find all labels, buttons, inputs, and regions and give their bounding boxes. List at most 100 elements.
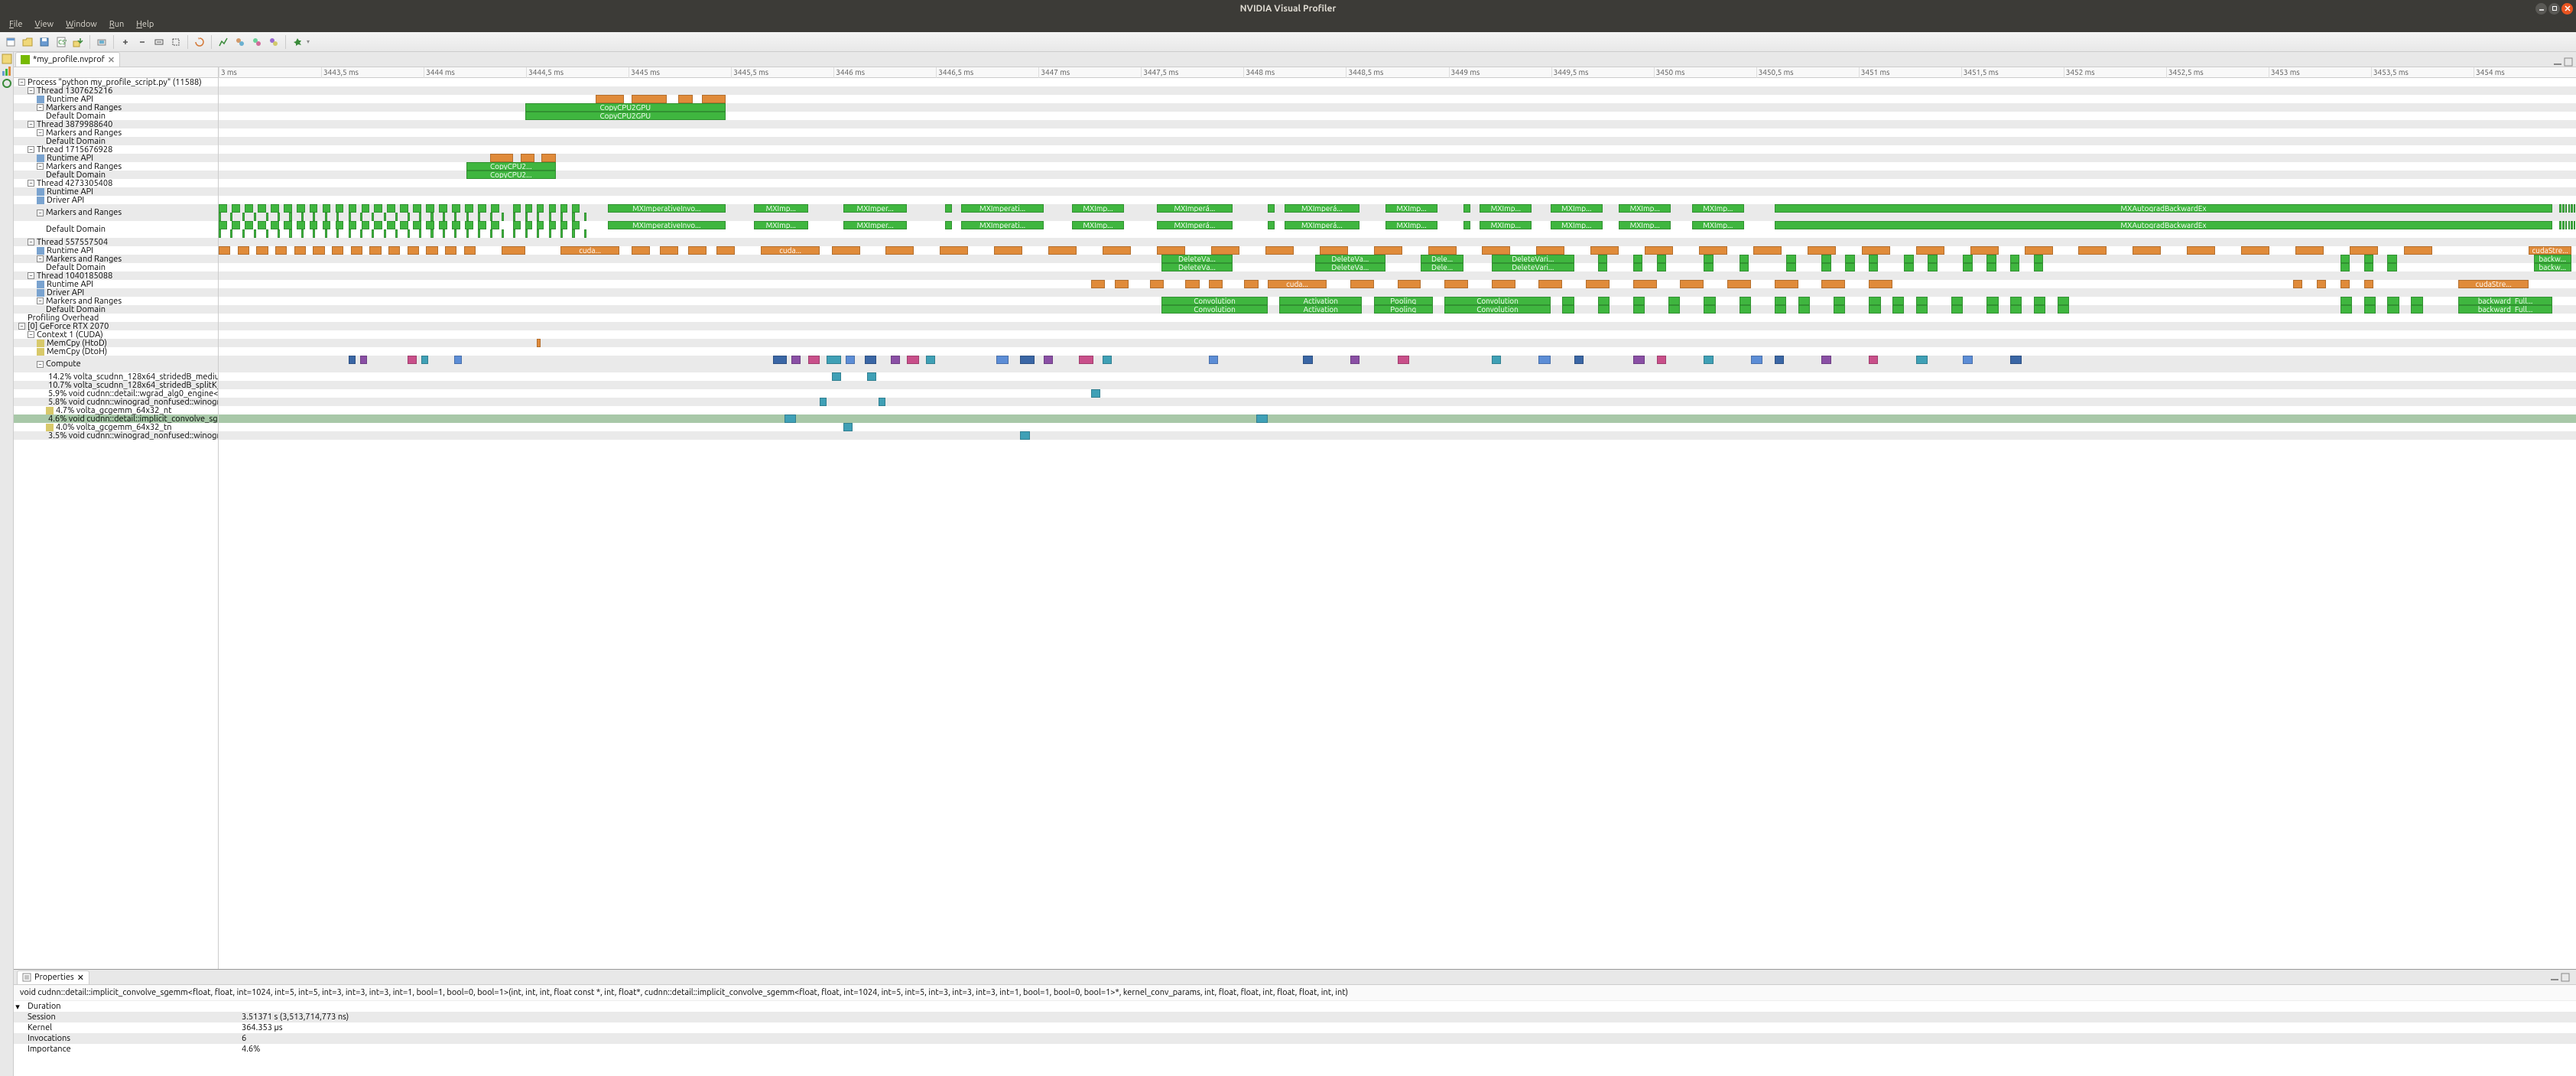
zoom-fit-button[interactable] <box>151 34 167 50</box>
timeline-event[interactable] <box>1428 246 1457 255</box>
timeline-event[interactable] <box>525 221 532 229</box>
timeline-event[interactable]: CopyCPU2GPU <box>525 112 726 120</box>
timeline-event[interactable]: DeleteVari... <box>1492 255 1574 263</box>
timeline-event[interactable] <box>301 213 304 221</box>
timeline-event[interactable] <box>1963 263 1972 271</box>
tree-kernel[interactable]: 4.7% volta_gcgemm_64x32_nt <box>14 406 218 414</box>
timeline-event[interactable] <box>1775 305 1786 314</box>
timeline-event[interactable] <box>2562 221 2564 229</box>
timeline-event[interactable] <box>1704 263 1713 271</box>
timeline-event[interactable] <box>1986 255 1996 263</box>
timeline-event[interactable] <box>1536 246 1564 255</box>
timeline-event[interactable] <box>384 229 386 238</box>
timeline-lane[interactable] <box>219 372 2576 381</box>
timeline-event[interactable] <box>2025 246 2053 255</box>
timeline-event[interactable] <box>2340 305 2352 314</box>
timeline-event[interactable] <box>1834 305 1845 314</box>
timeline-event[interactable] <box>2034 263 2043 271</box>
timeline-event[interactable] <box>2350 246 2378 255</box>
timeline-event[interactable] <box>1798 297 1810 305</box>
timeline-event[interactable] <box>1562 297 1574 305</box>
close-properties-icon[interactable]: ✕ <box>77 973 84 983</box>
timeline-event[interactable] <box>349 204 357 213</box>
timeline-event[interactable] <box>387 221 395 229</box>
timeline-event[interactable] <box>1598 297 1610 305</box>
timeline-lane[interactable] <box>219 423 2576 431</box>
timeline-event[interactable] <box>254 213 256 221</box>
timeline-event[interactable] <box>2034 255 2043 263</box>
timeline-event[interactable] <box>1091 389 1100 398</box>
filter1-button[interactable] <box>232 34 248 50</box>
timeline-event[interactable] <box>388 246 400 255</box>
timeline-event[interactable] <box>454 356 461 364</box>
timeline-event[interactable] <box>784 414 796 423</box>
timeline-event[interactable] <box>478 221 486 229</box>
timeline-lane[interactable] <box>219 238 2576 246</box>
timeline-event[interactable]: CopyCPU2GPU <box>525 103 726 112</box>
timeline-lane[interactable] <box>219 381 2576 389</box>
tree-markers[interactable]: −Markers and Ranges <box>14 255 218 263</box>
timeline-event[interactable] <box>2293 280 2302 288</box>
tree-runtime-api[interactable]: Runtime API <box>14 280 218 288</box>
tree-thread[interactable]: −Thread 1040185088 <box>14 271 218 280</box>
timeline-event[interactable] <box>1633 305 1645 314</box>
timeline-lane[interactable] <box>219 347 2576 356</box>
timeline-event[interactable] <box>408 356 417 364</box>
timeline-event[interactable] <box>513 213 515 221</box>
timeline-lane[interactable]: cuda...cudaStre... <box>219 280 2576 288</box>
timeline-event[interactable] <box>271 204 279 213</box>
timeline-event[interactable]: MXImp... <box>1551 221 1603 229</box>
timeline-event[interactable] <box>1538 280 1562 288</box>
timeline-lane[interactable] <box>219 431 2576 440</box>
timeline-event[interactable] <box>2010 356 2022 364</box>
timeline-lane[interactable] <box>219 322 2576 330</box>
timeline-lane[interactable]: MXImperativeInvo...MXImp...MXImper...MXI… <box>219 221 2576 238</box>
tree-default-domain[interactable]: Default Domain <box>14 221 218 238</box>
timeline-event[interactable] <box>1775 356 1784 364</box>
tree-runtime-api[interactable]: Runtime API <box>14 187 218 196</box>
tree-kernel[interactable]: 14.2% volta_scudnn_128x64_stridedB_mediu… <box>14 372 218 381</box>
timeline-event[interactable]: MXImp... <box>1072 204 1124 213</box>
timeline-event[interactable] <box>572 204 579 213</box>
timeline-event[interactable] <box>1704 356 1713 364</box>
timeline-event[interactable] <box>1699 246 1727 255</box>
timeline-lane[interactable] <box>219 86 2576 95</box>
timeline-event[interactable] <box>430 213 433 221</box>
timeline-event[interactable] <box>945 204 952 213</box>
timeline-event[interactable] <box>439 204 447 213</box>
timeline-lane[interactable] <box>219 120 2576 128</box>
timeline-event[interactable]: cudaStre... <box>2529 246 2571 255</box>
timeline-event[interactable] <box>1586 280 1610 288</box>
timeline-event[interactable] <box>2364 297 2376 305</box>
timeline-event[interactable] <box>2574 221 2575 229</box>
timeline-event[interactable] <box>466 229 469 238</box>
timeline-event[interactable]: Pooling <box>1374 305 1433 314</box>
timeline-event[interactable]: MXImp... <box>1385 221 1437 229</box>
tree-driver-api[interactable]: Driver API <box>14 288 218 297</box>
timeline-event[interactable] <box>413 204 421 213</box>
collapse-icon[interactable]: − <box>37 361 44 368</box>
timeline-event[interactable]: cuda... <box>761 246 820 255</box>
timeline-event[interactable] <box>521 154 534 162</box>
timeline-event[interactable] <box>2387 263 2396 271</box>
timeline-event[interactable]: MXImperá... <box>1285 204 1360 213</box>
timeline-event[interactable] <box>238 246 249 255</box>
timeline-event[interactable] <box>2571 221 2572 229</box>
timeline-event[interactable] <box>525 204 532 213</box>
timeline-event[interactable] <box>584 229 586 238</box>
timeline-event[interactable] <box>1103 246 1131 255</box>
timeline-event[interactable]: Convolution <box>1161 305 1268 314</box>
timeline-event[interactable]: backw... <box>2534 255 2571 263</box>
minimize-button[interactable] <box>2535 3 2547 15</box>
timeline-event[interactable] <box>832 246 860 255</box>
profile-tab[interactable]: *my_profile.nvprof ✕ <box>15 52 120 67</box>
timeline-event[interactable]: MXImp... <box>754 221 808 229</box>
timeline-event[interactable] <box>254 229 256 238</box>
timeline-event[interactable]: MXImperá... <box>1157 221 1233 229</box>
timeline-event[interactable]: DeleteVa... <box>1315 255 1385 263</box>
timeline-event[interactable] <box>1598 305 1610 314</box>
collapse-icon[interactable]: − <box>18 79 25 86</box>
timeline-event[interactable] <box>289 229 291 238</box>
timeline-event[interactable] <box>490 154 514 162</box>
timeline-event[interactable] <box>2571 204 2572 213</box>
